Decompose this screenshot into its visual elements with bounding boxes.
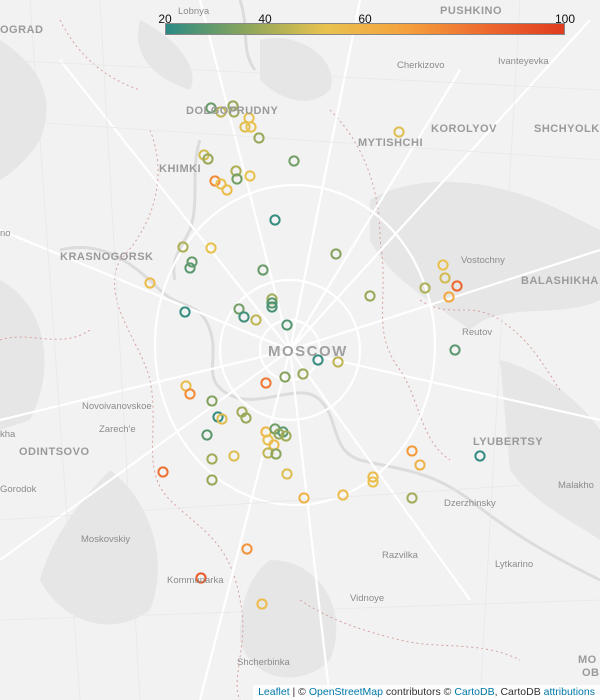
attribution-sep: | © bbox=[289, 686, 309, 698]
attribution-bar: Leaflet | © OpenStreetMap contributors ©… bbox=[253, 685, 600, 700]
place-label: Razvilka bbox=[382, 550, 418, 561]
place-label: LYUBERTSY bbox=[473, 436, 544, 448]
place-label: no bbox=[0, 228, 11, 239]
place-label: KOROLYOV bbox=[431, 123, 497, 135]
place-label: KRASNOGORSK bbox=[60, 251, 154, 263]
leaflet-link[interactable]: Leaflet bbox=[258, 686, 290, 698]
osm-link[interactable]: OpenStreetMap bbox=[309, 686, 383, 698]
place-label: Gorodok bbox=[0, 484, 37, 495]
color-bar bbox=[165, 23, 565, 35]
attribution-contrib: contributors © bbox=[382, 686, 455, 698]
place-label: BALASHIKHA bbox=[521, 275, 599, 287]
place-label: Dzerzhinsky bbox=[444, 498, 496, 509]
attribution-mid: , CartoDB bbox=[494, 686, 544, 698]
place-label: Reutov bbox=[462, 327, 493, 338]
place-label: SHCHYOLKO bbox=[534, 123, 600, 135]
place-label: Vostochny bbox=[461, 255, 505, 266]
place-label: Moskovskiy bbox=[81, 534, 131, 545]
place-label: kha bbox=[0, 429, 16, 440]
attributions-link[interactable]: attributions bbox=[544, 686, 595, 698]
place-label: Ivanteyevka bbox=[498, 56, 549, 67]
place-label: MOSCOW bbox=[268, 343, 348, 360]
place-label: Malakho bbox=[558, 480, 594, 491]
color-legend: 20 40 60 100 bbox=[158, 12, 575, 38]
place-label: OB bbox=[582, 667, 600, 679]
place-label: DOLGOPRUDNY bbox=[186, 105, 279, 117]
place-label: Vidnoye bbox=[350, 593, 385, 604]
place-label: Cherkizovo bbox=[397, 60, 445, 71]
place-label: Lytkarino bbox=[495, 559, 534, 570]
place-label: KHIMKI bbox=[159, 163, 202, 175]
place-label: Zarech'e bbox=[99, 424, 136, 435]
place-label: Shcherbinka bbox=[237, 657, 290, 668]
place-label: MYTISHCHI bbox=[358, 137, 423, 149]
place-label: MO bbox=[578, 654, 597, 666]
place-label: Novoivanovskoe bbox=[82, 401, 152, 412]
place-label: Kommunarka bbox=[167, 575, 224, 586]
place-label: ODINTSOVO bbox=[19, 446, 90, 458]
place-label: OGRAD bbox=[0, 24, 44, 36]
cartodb-link[interactable]: CartoDB bbox=[454, 686, 494, 698]
